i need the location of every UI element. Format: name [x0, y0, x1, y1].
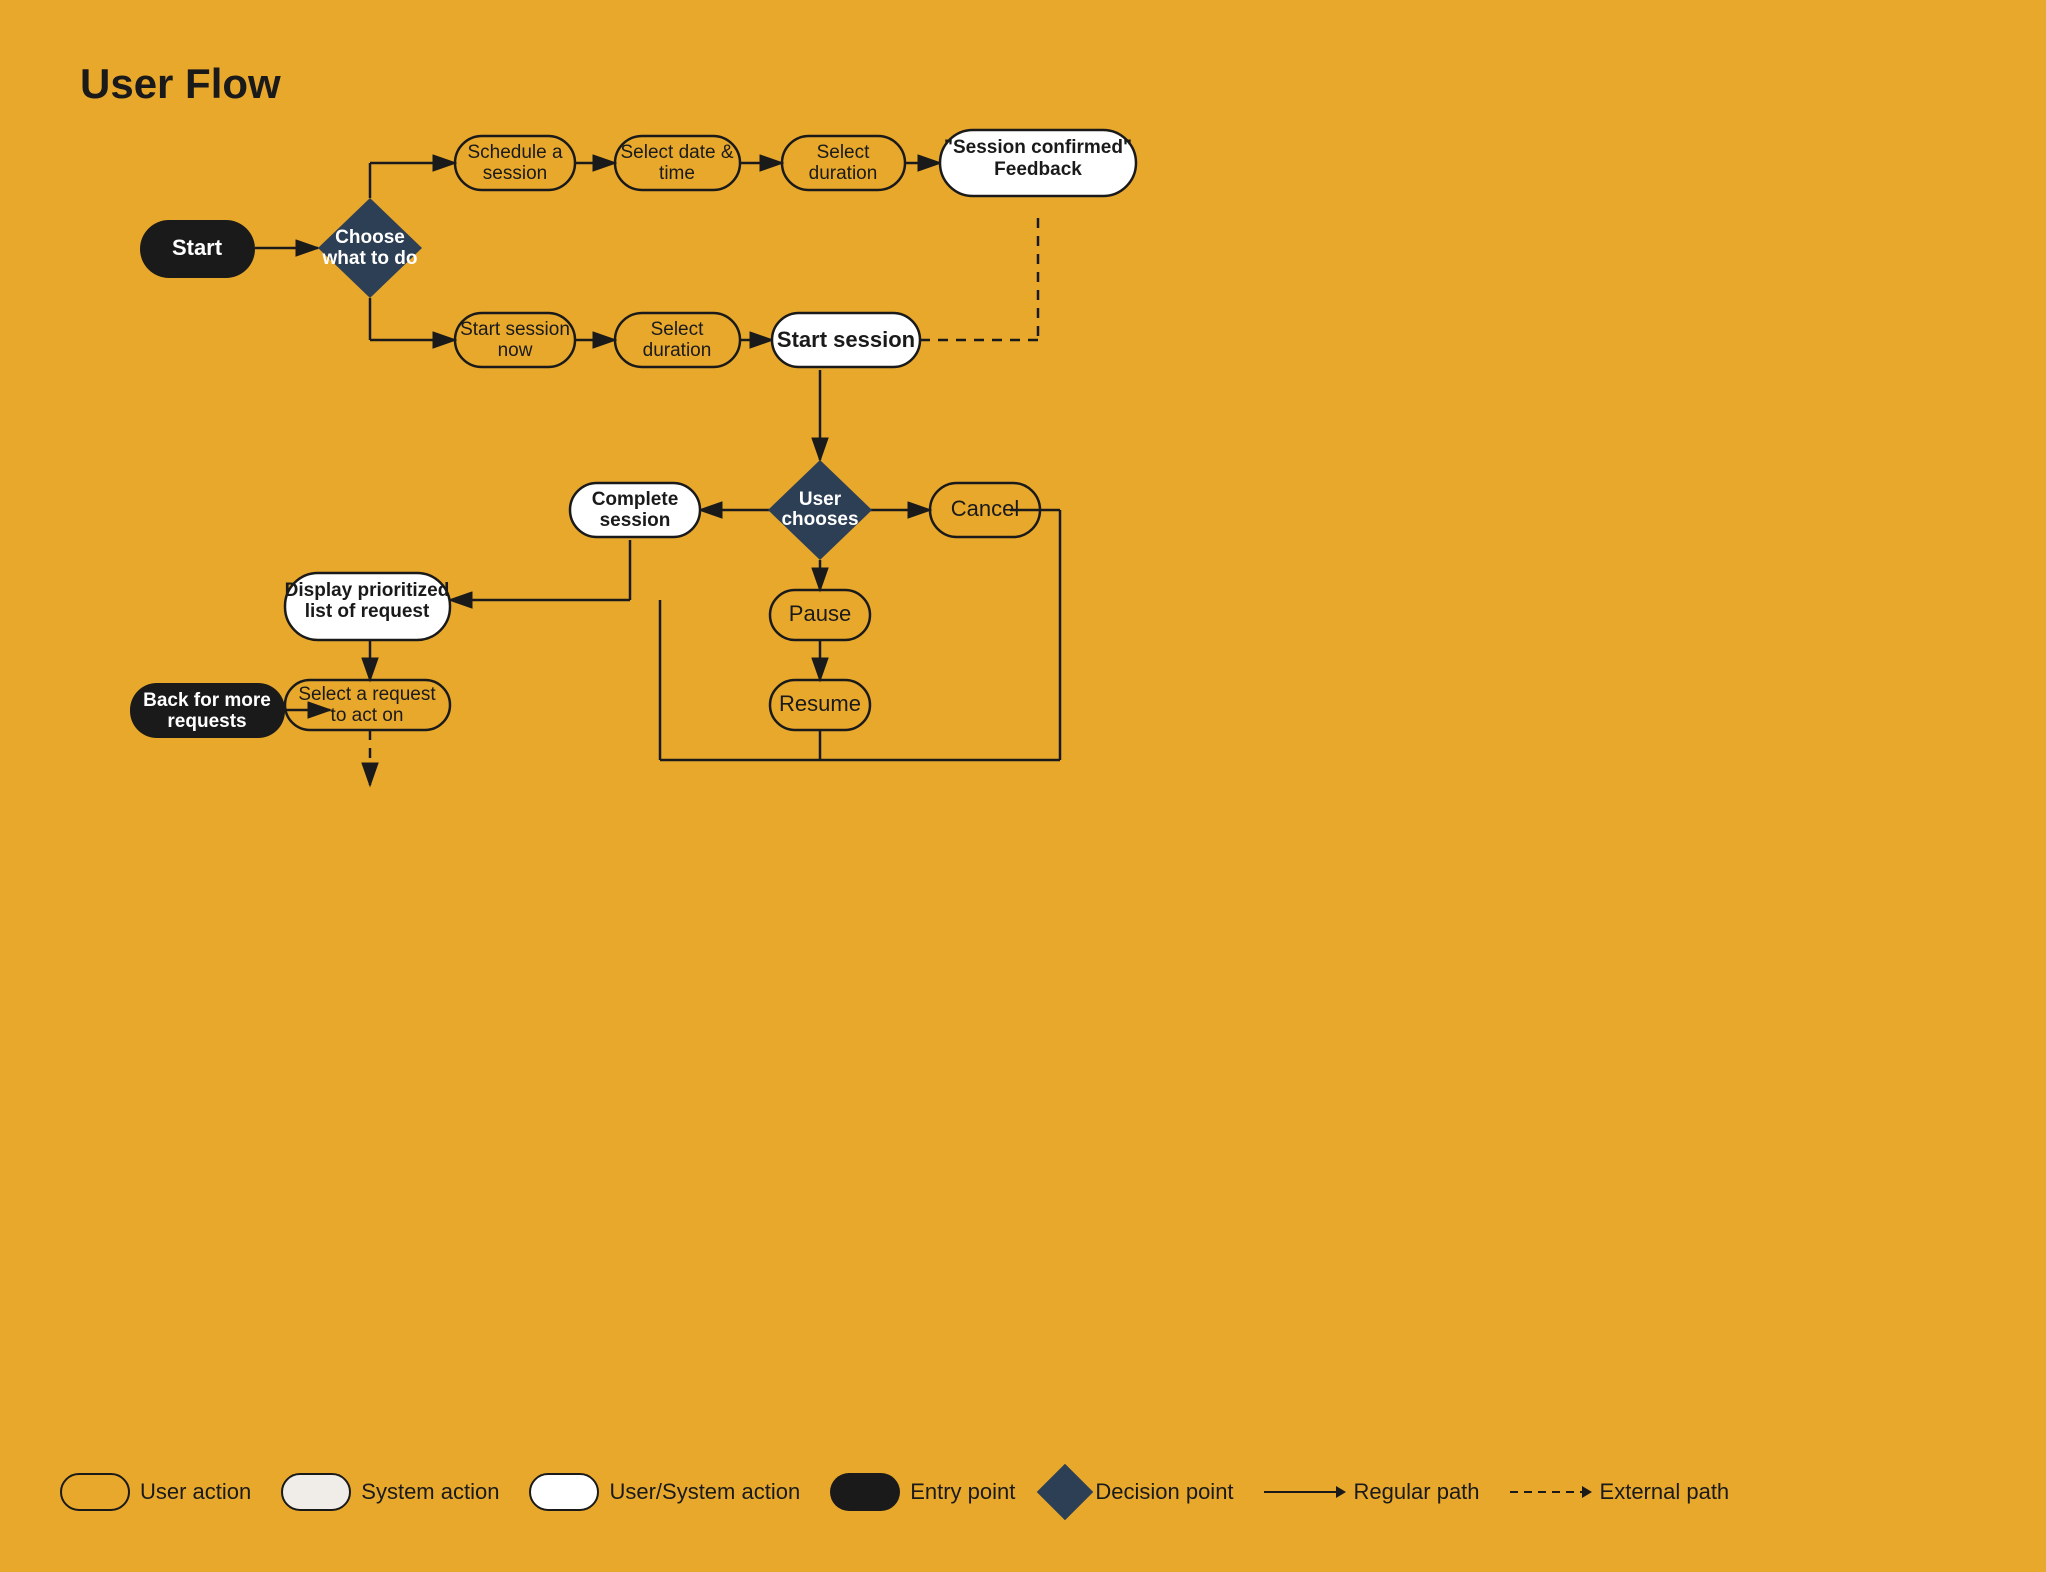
datetime-label-2: time [659, 163, 695, 184]
resume-label: Resume [779, 691, 861, 716]
legend-user-shape [60, 1473, 130, 1511]
legend-usersys-label: User/System action [609, 1479, 800, 1505]
schedule-label-1: Schedule a [467, 142, 563, 163]
start-now-label-1: Start session [460, 319, 570, 340]
legend-entry-point: Entry point [830, 1473, 1015, 1511]
user-chooses-label-1: User [799, 489, 842, 510]
legend-entry-shape [830, 1473, 900, 1511]
legend-system-shape [281, 1473, 351, 1511]
duration-top-label-1: Select [817, 142, 871, 163]
select-req-label-1: Select a request [298, 684, 436, 705]
cancel-label: Cancel [951, 496, 1019, 521]
confirmed-label-2: Feedback [994, 159, 1082, 180]
legend-external-label: External path [1600, 1479, 1730, 1505]
legend-regular-line [1264, 1491, 1344, 1494]
back-label-1: Back for more [143, 690, 271, 711]
schedule-label-2: session [483, 163, 547, 184]
legend-external-line [1510, 1491, 1590, 1494]
legend-external-path: External path [1510, 1479, 1730, 1505]
duration-bot-label-1: Select [651, 319, 705, 340]
legend-usersys-shape [529, 1473, 599, 1511]
back-label-2: requests [167, 711, 246, 732]
user-chooses-label-2: chooses [781, 509, 858, 530]
legend-regular-path: Regular path [1264, 1479, 1480, 1505]
legend-decision-point: Decision point [1045, 1472, 1233, 1512]
select-req-label-2: to act on [331, 705, 404, 726]
duration-top-label-2: duration [809, 163, 878, 184]
complete-label-2: session [600, 510, 671, 531]
legend-decision-label: Decision point [1095, 1479, 1233, 1505]
display-label-1: Display prioritized [285, 580, 450, 601]
choose-label-2: what to do [322, 248, 418, 269]
complete-label-1: Complete [592, 489, 679, 510]
legend-regular-label: Regular path [1354, 1479, 1480, 1505]
legend-decision-shape [1037, 1464, 1094, 1521]
start-session-label: Start session [777, 327, 915, 352]
legend-entry-label: Entry point [910, 1479, 1015, 1505]
legend-user-action: User action [60, 1473, 251, 1511]
display-label-2: list of request [305, 601, 430, 622]
duration-bot-label-2: duration [643, 340, 712, 361]
legend-system-action: System action [281, 1473, 499, 1511]
legend-usersys-action: User/System action [529, 1473, 800, 1511]
legend-system-label: System action [361, 1479, 499, 1505]
legend: User action System action User/System ac… [60, 1472, 1729, 1512]
choose-label-1: Choose [335, 227, 405, 248]
start-label: Start [172, 235, 223, 260]
pause-label: Pause [789, 601, 851, 626]
datetime-label-1: Select date & [620, 142, 733, 163]
legend-user-label: User action [140, 1479, 251, 1505]
confirmed-label-1: "Session confirmed" [944, 137, 1132, 158]
start-now-label-2: now [498, 340, 533, 361]
